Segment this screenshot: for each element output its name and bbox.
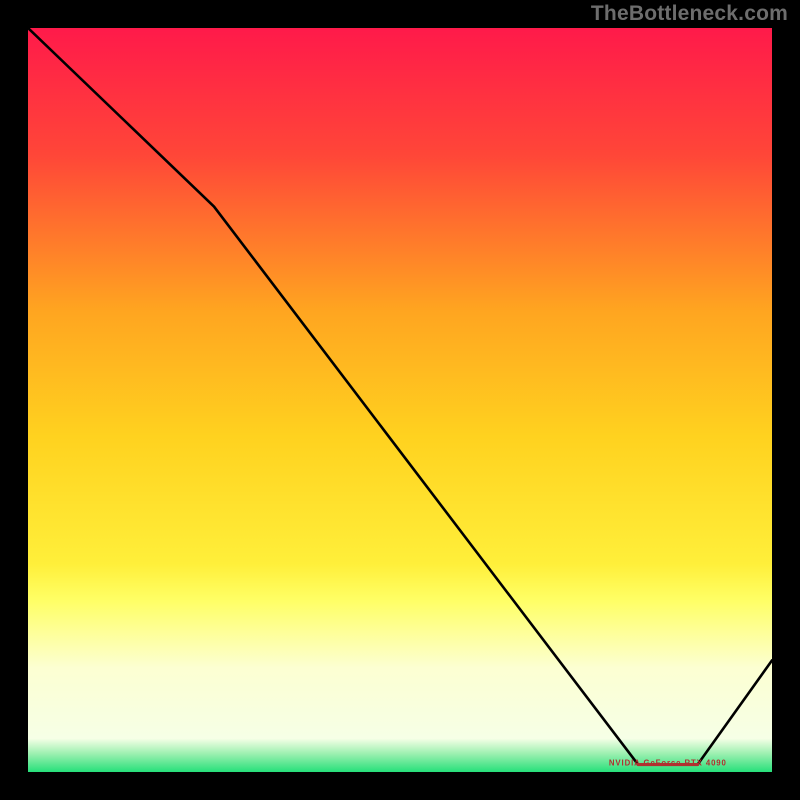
chart-container: TheBottleneck.com — [0, 0, 800, 800]
watermark: TheBottleneck.com — [591, 2, 788, 26]
chart-line-layer — [28, 28, 772, 772]
series-line — [28, 28, 772, 765]
plot-area: NVIDIA GeForce RTX 4090 — [28, 28, 772, 772]
